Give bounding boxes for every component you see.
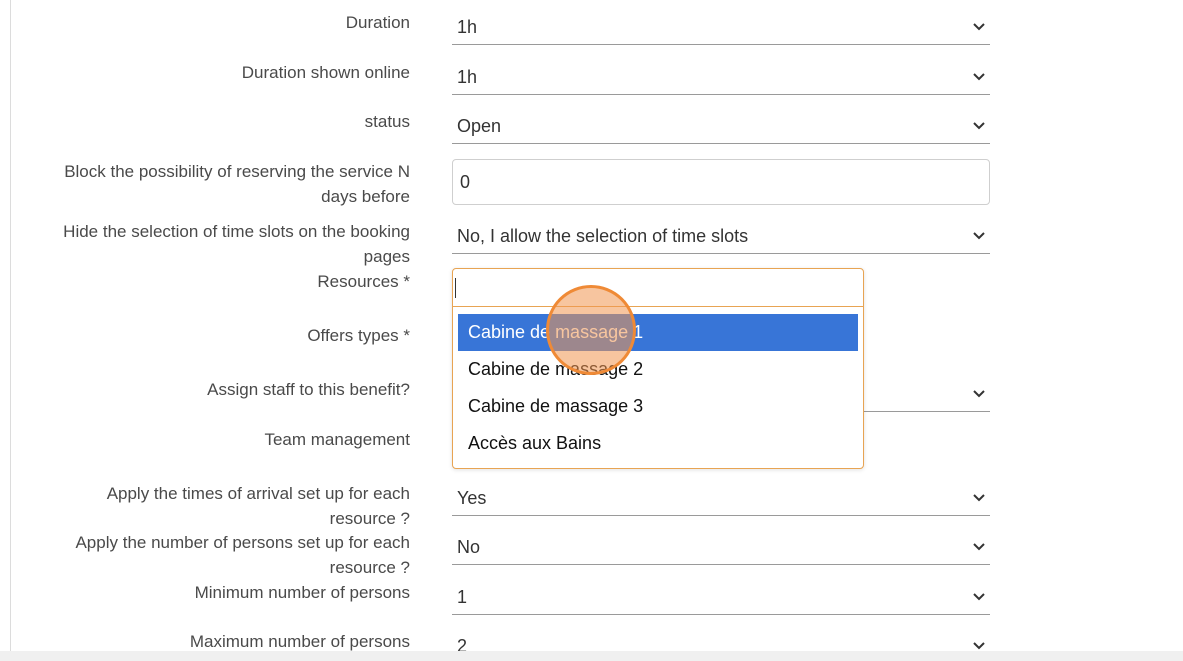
chevron-down-icon: [973, 494, 985, 502]
status-select[interactable]: Open: [452, 110, 990, 144]
duration-online-value: 1h: [457, 67, 478, 87]
bottom-scroll-strip: [0, 651, 1183, 661]
apply-persons-label-line2: resource ?: [329, 558, 410, 577]
block-days-input[interactable]: 0: [452, 159, 990, 205]
apply-persons-value: No: [457, 537, 481, 557]
resources-search-input[interactable]: [453, 269, 863, 307]
text-caret: [455, 278, 456, 298]
chevron-down-icon: [973, 390, 985, 398]
hide-slots-label: Hide the selection of time slots on the …: [30, 219, 410, 269]
duration-value: 1h: [457, 17, 478, 37]
duration-select[interactable]: 1h: [452, 11, 990, 45]
apply-arrival-label: Apply the times of arrival set up for ea…: [30, 481, 410, 531]
apply-arrival-value: Yes: [457, 488, 487, 508]
min-persons-label: Minimum number of persons: [194, 583, 410, 602]
block-days-label-line2: days before: [321, 187, 410, 206]
apply-persons-label-line1: Apply the number of persons set up for e…: [75, 533, 410, 552]
chevron-down-icon: [973, 232, 985, 240]
resources-label: Resources *: [317, 272, 410, 291]
block-days-value: 0: [460, 172, 471, 192]
apply-persons-label: Apply the number of persons set up for e…: [30, 530, 410, 580]
status-label: status: [364, 112, 410, 131]
team-management-label: Team management: [264, 430, 410, 449]
hide-slots-value: No, I allow the selection of time slots: [457, 226, 749, 246]
hide-slots-label-line2: pages: [363, 247, 410, 266]
min-persons-value: 1: [457, 587, 468, 607]
duration-online-select[interactable]: 1h: [452, 61, 990, 95]
resource-option-3[interactable]: Cabine de massage 3: [458, 388, 858, 425]
hide-slots-label-line1: Hide the selection of time slots on the …: [63, 222, 410, 241]
apply-arrival-label-line1: Apply the times of arrival set up for ea…: [106, 484, 410, 503]
panel-left-border: [10, 0, 11, 661]
duration-online-label: Duration shown online: [241, 63, 410, 82]
block-days-label-line1: Block the possibility of reserving the s…: [64, 162, 410, 181]
chevron-down-icon: [973, 23, 985, 31]
block-days-label: Block the possibility of reserving the s…: [30, 159, 410, 209]
min-persons-select[interactable]: 1: [452, 581, 990, 615]
status-value: Open: [457, 116, 502, 136]
resource-option-1[interactable]: Cabine de massage 1: [458, 314, 858, 351]
chevron-down-icon: [973, 642, 985, 650]
chevron-down-icon: [973, 543, 985, 551]
apply-persons-select[interactable]: No: [452, 531, 990, 565]
assign-staff-label: Assign staff to this benefit?: [207, 380, 410, 399]
chevron-down-icon: [973, 593, 985, 601]
resource-option-4[interactable]: Accès aux Bains: [458, 425, 858, 462]
resources-dropdown: Cabine de massage 1 Cabine de massage 2 …: [452, 268, 864, 469]
hide-slots-select[interactable]: No, I allow the selection of time slots: [452, 220, 990, 254]
resource-option-2[interactable]: Cabine de massage 2: [458, 351, 858, 388]
chevron-down-icon: [973, 122, 985, 130]
apply-arrival-label-line2: resource ?: [329, 509, 410, 528]
offers-types-label: Offers types *: [307, 326, 410, 345]
booking-service-form: Duration 1h Duration shown online 1h sta…: [0, 0, 1183, 661]
duration-label: Duration: [345, 13, 410, 32]
chevron-down-icon: [973, 73, 985, 81]
apply-arrival-select[interactable]: Yes: [452, 482, 990, 516]
